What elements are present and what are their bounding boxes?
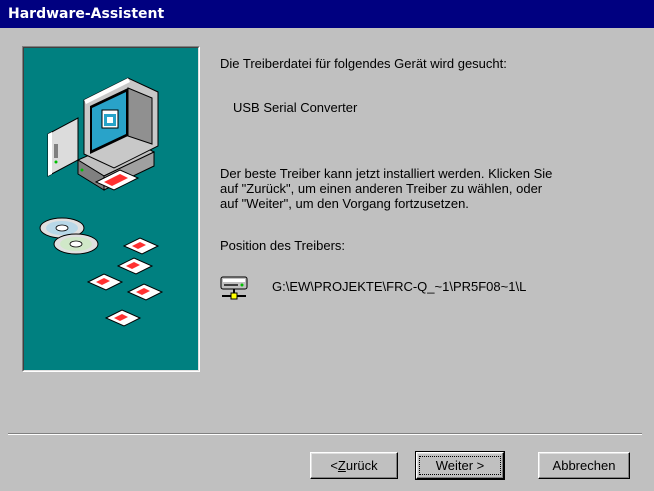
hardware-wizard-dialog: Hardware-Assistent Die Treiberdatei für … <box>0 0 654 491</box>
device-name: USB Serial Converter <box>233 100 358 115</box>
floppy-disk-icon <box>86 237 164 327</box>
next-button[interactable]: Weiter > <box>415 451 505 480</box>
next-button-label: Weiter > <box>418 456 502 475</box>
window-title: Hardware-Assistent <box>8 6 165 22</box>
driver-location-label: Position des Treibers: <box>220 238 346 253</box>
search-heading: Die Treiberdatei für folgendes Gerät wir… <box>220 56 507 71</box>
driver-path: G:\EW\PROJEKTE\FRC-Q_~1\PR5F08~1\L <box>272 279 527 294</box>
title-bar: Hardware-Assistent <box>0 0 654 28</box>
back-button[interactable]: < Zurück <box>310 452 398 479</box>
back-button-label: urück <box>345 458 378 473</box>
network-drive-icon <box>220 276 248 300</box>
back-button-mnemonic: Z <box>337 458 346 473</box>
computer-icon <box>47 77 159 191</box>
cd-disc-icon <box>39 217 99 255</box>
instructions-line: auf "Weiter", um den Vorgang fortzusetze… <box>220 196 469 211</box>
wizard-illustration-panel <box>22 46 200 372</box>
instructions-line: Der beste Treiber kann jetzt installiert… <box>220 166 553 181</box>
wizard-illustration <box>39 77 164 327</box>
back-button-prefix: < <box>330 458 338 473</box>
instructions-text: Der beste Treiber kann jetzt installiert… <box>220 166 552 211</box>
cancel-button-label: Abbrechen <box>552 458 616 473</box>
instructions-line: auf "Zurück", um einen anderen Treiber z… <box>220 181 543 196</box>
separator-line <box>8 433 642 435</box>
cancel-button[interactable]: Abbrechen <box>538 452 630 479</box>
